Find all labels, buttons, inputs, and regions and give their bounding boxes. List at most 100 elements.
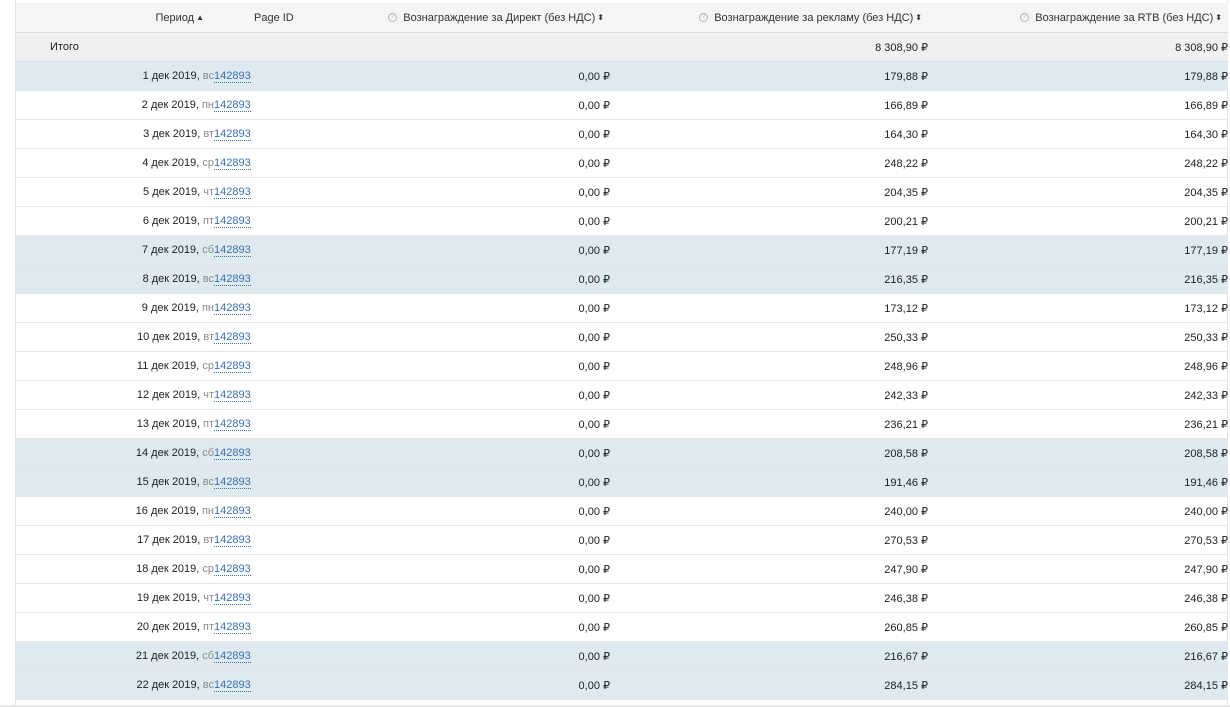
page-id-link[interactable]: 142893: [214, 534, 251, 547]
page-id-link[interactable]: 142893: [214, 476, 251, 489]
page-id-link[interactable]: 142893: [214, 650, 251, 663]
table-row: 15 дек 2019, вс 142893 0,00 ₽191,46 ₽191,4…: [16, 467, 1228, 497]
date-cell: 12 дек 2019, чт: [16, 380, 214, 410]
page-id-link[interactable]: 142893: [214, 273, 251, 286]
column-header-direct-reward[interactable]: ? Вознаграждение за Директ (без НДС) ⬍: [294, 3, 610, 33]
page-id-link[interactable]: 142893: [214, 70, 251, 83]
weekday-text: сб: [202, 447, 214, 459]
date-cell: 7 дек 2019, сб: [16, 235, 214, 265]
ad-reward-cell: 166,89 ₽: [610, 90, 928, 120]
total-row: Итого 8 308,90 ₽ 8 308,90 ₽: [16, 32, 1228, 62]
help-icon[interactable]: ?: [699, 12, 709, 22]
page-id-link[interactable]: 142893: [214, 128, 251, 141]
column-header-rtb-reward[interactable]: ? Вознаграждение за RTB (без НДС) ⬍: [928, 3, 1228, 33]
direct-reward-cell: 0,00 ₽: [294, 90, 610, 120]
column-header-period-label: Период: [155, 11, 195, 24]
page-id-link[interactable]: 142893: [214, 592, 251, 605]
table-row: 13 дек 2019, пт 142893 0,00 ₽236,21 ₽236,2…: [16, 409, 1228, 439]
page-id-link[interactable]: 142893: [214, 389, 251, 402]
page-id-link[interactable]: 142893: [214, 302, 251, 315]
page-id-link[interactable]: 142893: [214, 563, 251, 576]
direct-reward-cell: 0,00 ₽: [294, 380, 610, 410]
weekday-text: чт: [203, 186, 214, 198]
date-text: 8 дек 2019: [142, 273, 197, 285]
rtb-reward-cell: 236,21 ₽: [928, 409, 1228, 439]
weekday-text: ср: [202, 360, 214, 372]
page-id-cell: 142893: [214, 554, 294, 584]
rtb-reward-cell: 260,85 ₽: [928, 612, 1228, 642]
ad-reward-cell: 248,96 ₽: [610, 351, 928, 381]
date-text: 17 дек 2019: [137, 534, 198, 546]
page-id-link[interactable]: 142893: [214, 360, 251, 373]
date-cell: 15 дек 2019, вс: [16, 467, 214, 497]
date-text: 4 дек 2019: [142, 157, 197, 169]
direct-reward-cell: 0,00 ₽: [294, 612, 610, 642]
direct-reward-cell: 0,00 ₽: [294, 467, 610, 497]
rtb-reward-cell: 284,15 ₽: [928, 670, 1228, 700]
weekday-text: вс: [202, 70, 214, 82]
ad-reward-cell: 216,67 ₽: [610, 641, 928, 671]
date-text: 12 дек 2019: [136, 389, 198, 401]
direct-reward-cell: 0,00 ₽: [294, 525, 610, 555]
help-icon[interactable]: ?: [1020, 12, 1030, 22]
direct-reward-cell: 0,00 ₽: [294, 496, 610, 526]
table-row: 12 дек 2019, чт 142893 0,00 ₽242,33 ₽242,3…: [16, 380, 1228, 410]
page-id-link[interactable]: 142893: [214, 679, 251, 692]
page-id-link[interactable]: 142893: [214, 215, 251, 228]
total-direct-reward: [294, 32, 610, 62]
date-cell: 4 дек 2019, ср: [16, 148, 214, 178]
date-text: 14 дек 2019: [135, 447, 197, 459]
ad-reward-cell: 240,00 ₽: [610, 496, 928, 526]
date-cell: 11 дек 2019, ср: [16, 351, 214, 381]
weekday-text: вс: [202, 679, 214, 691]
rtb-reward-cell: 216,35 ₽: [928, 264, 1228, 294]
total-page-cell: [214, 32, 294, 62]
rtb-reward-cell: 248,22 ₽: [928, 148, 1228, 178]
page-id-link[interactable]: 142893: [214, 331, 251, 344]
page-id-link[interactable]: 142893: [214, 447, 251, 460]
column-header-period[interactable]: Период ▲: [16, 3, 214, 33]
table-row: 16 дек 2019, пн 142893 0,00 ₽240,00 ₽240,0…: [16, 496, 1228, 526]
page-id-link[interactable]: 142893: [214, 505, 251, 518]
weekday-text: ср: [202, 563, 214, 575]
page-id-cell: 142893: [214, 612, 294, 642]
rtb-reward-cell: 247,90 ₽: [928, 554, 1228, 584]
page-id-link[interactable]: 142893: [214, 157, 251, 170]
page-id-link[interactable]: 142893: [214, 418, 251, 431]
date-text: 2 дек 2019: [141, 99, 196, 111]
table-row: 14 дек 2019, сб 142893 0,00 ₽208,58 ₽208,5…: [16, 438, 1228, 468]
date-text: 6 дек 2019: [142, 215, 197, 227]
page-id-cell: 142893: [214, 496, 294, 526]
date-cell: 3 дек 2019, вт: [16, 119, 214, 149]
page-id-link[interactable]: 142893: [214, 186, 251, 199]
date-text: 1 дек 2019: [142, 70, 197, 82]
column-header-page-id[interactable]: Page ID⬍: [214, 3, 294, 33]
sort-icon: ⬍: [597, 12, 604, 22]
table-row: 8 дек 2019, вс 142893 0,00 ₽216,35 ₽216,35…: [16, 264, 1228, 294]
ad-reward-cell: 208,58 ₽: [610, 438, 928, 468]
column-header-page-id-label: Page ID: [254, 11, 294, 24]
table-row: 1 дек 2019, вс 142893 0,00 ₽179,88 ₽179,88…: [16, 61, 1228, 91]
date-text: 16 дек 2019: [135, 505, 196, 517]
ad-reward-cell: 191,46 ₽: [610, 467, 928, 497]
date-cell: 2 дек 2019, пн: [16, 90, 214, 120]
page-id-link[interactable]: 142893: [214, 621, 251, 634]
direct-reward-cell: 0,00 ₽: [294, 61, 610, 91]
page-id-link[interactable]: 142893: [214, 99, 251, 112]
weekday-text: пт: [203, 621, 214, 633]
direct-reward-cell: 0,00 ₽: [294, 438, 610, 468]
direct-reward-cell: 0,00 ₽: [294, 554, 610, 584]
table-row: 6 дек 2019, пт 142893 0,00 ₽200,21 ₽200,21…: [16, 206, 1228, 236]
rtb-reward-cell: 208,58 ₽: [928, 438, 1228, 468]
page-id-link[interactable]: 142893: [214, 244, 251, 257]
page-id-cell: 142893: [214, 61, 294, 91]
ad-reward-cell: 246,38 ₽: [610, 583, 928, 613]
help-icon[interactable]: ?: [388, 12, 398, 22]
page-id-cell: 142893: [214, 525, 294, 555]
page-id-cell: 142893: [214, 177, 294, 207]
weekday-text: пн: [201, 505, 214, 517]
weekday-text: вс: [202, 476, 214, 488]
direct-reward-cell: 0,00 ₽: [294, 351, 610, 381]
weekday-text: сб: [202, 244, 214, 256]
column-header-ad-reward[interactable]: ? Вознаграждение за рекламу (без НДС) ⬍: [610, 3, 928, 33]
